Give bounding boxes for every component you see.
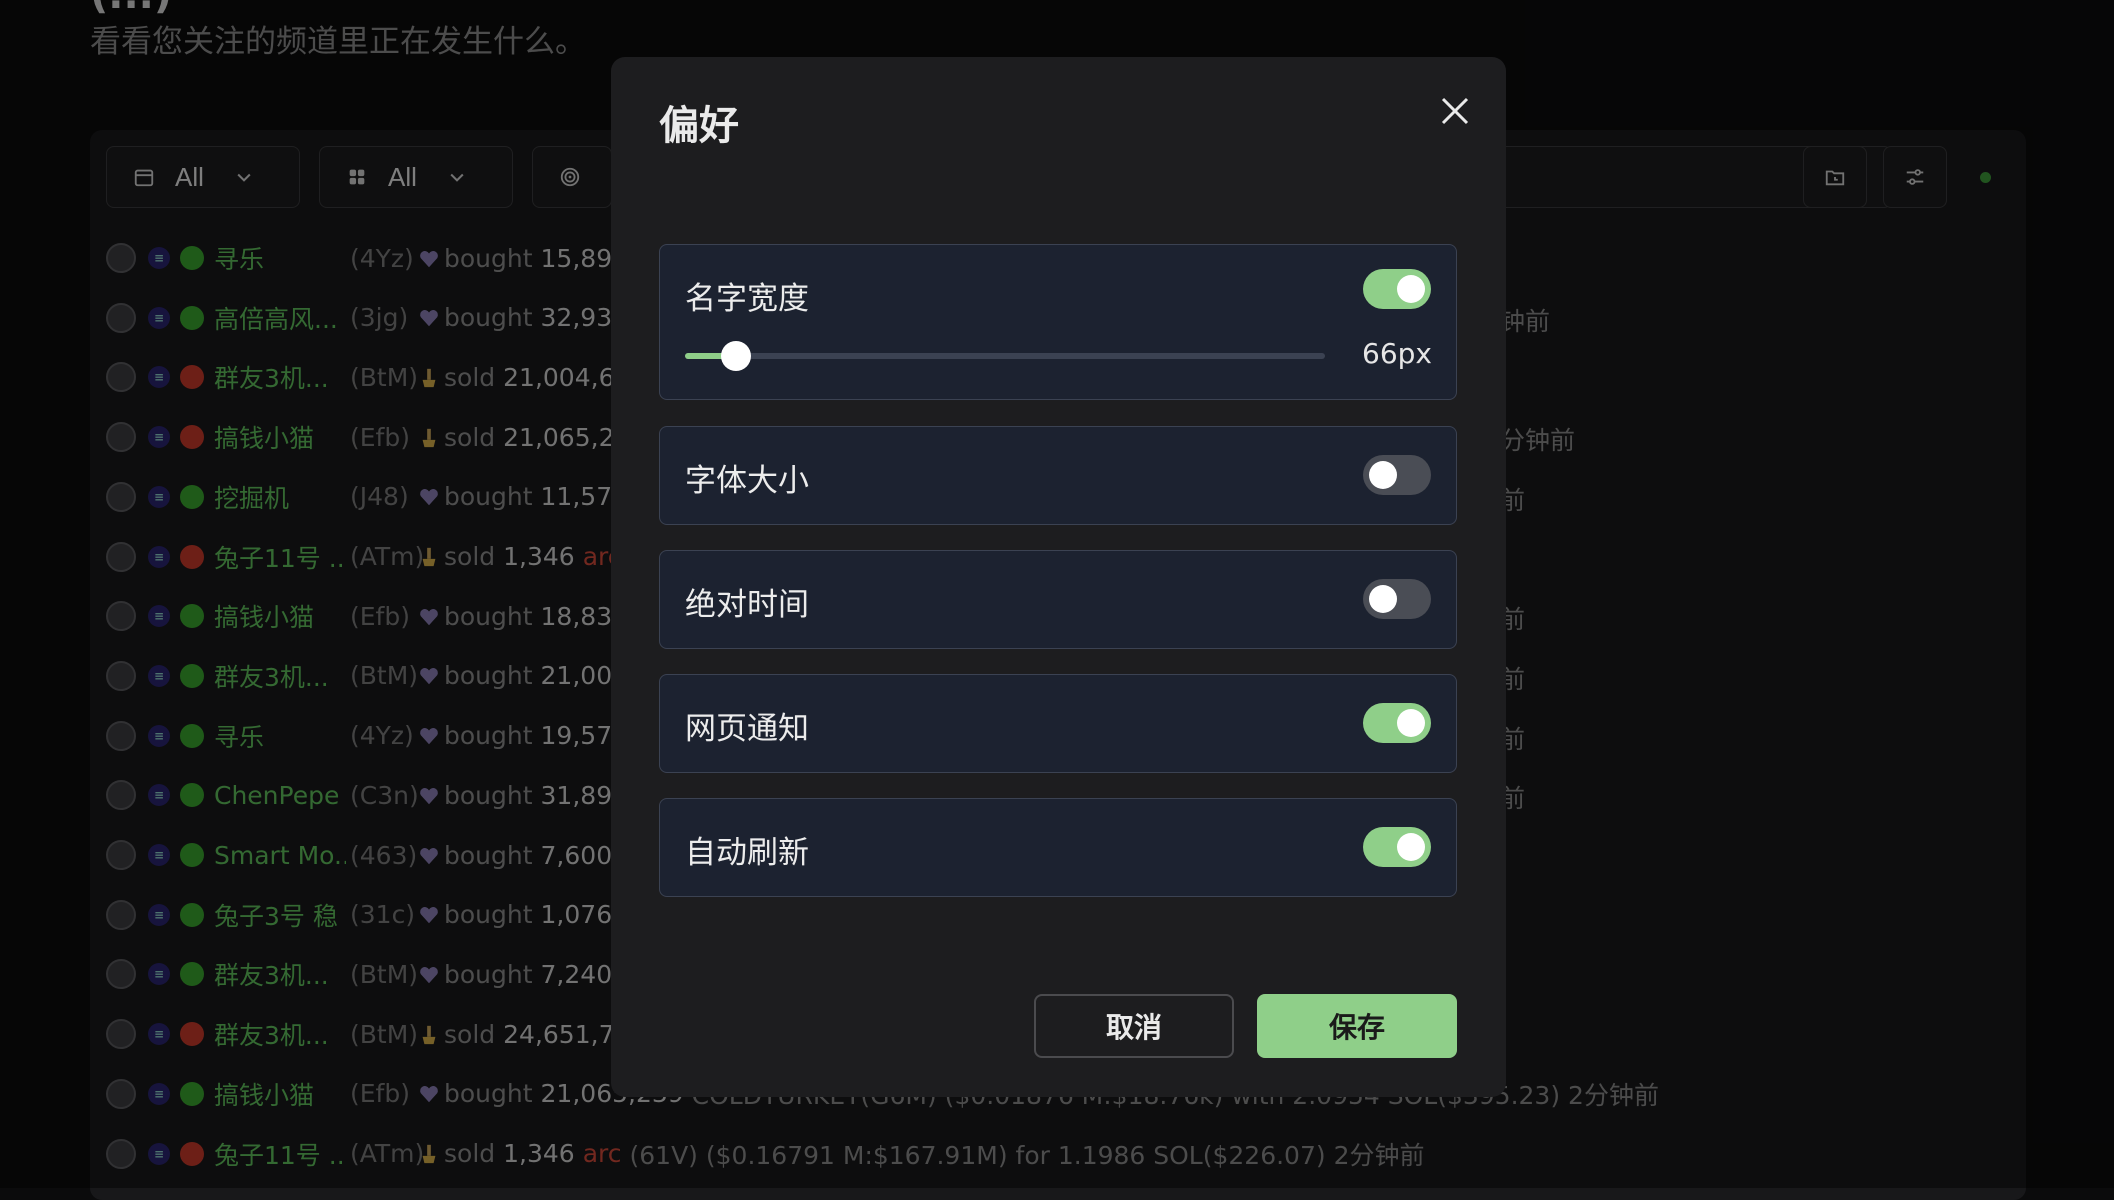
save-button[interactable]: 保存	[1257, 994, 1457, 1058]
setting-web-notification: 网页通知	[659, 674, 1457, 773]
name-width-toggle[interactable]	[1363, 269, 1431, 309]
toggle-knob	[1369, 461, 1397, 489]
setting-font-size: 字体大小	[659, 426, 1457, 525]
toggle-knob	[1397, 275, 1425, 303]
toggle-knob	[1397, 833, 1425, 861]
setting-label: 字体大小	[685, 463, 809, 499]
setting-auto-refresh: 自动刷新	[659, 798, 1457, 897]
modal-title: 偏好	[659, 103, 739, 149]
font-size-toggle[interactable]	[1363, 455, 1431, 495]
setting-label: 名字宽度	[685, 281, 809, 317]
name-width-slider[interactable]	[685, 341, 1325, 371]
cancel-button[interactable]: 取消	[1034, 994, 1234, 1058]
toggle-knob	[1369, 585, 1397, 613]
auto-refresh-toggle[interactable]	[1363, 827, 1431, 867]
toggle-knob	[1397, 709, 1425, 737]
setting-label: 自动刷新	[685, 835, 809, 871]
absolute-time-toggle[interactable]	[1363, 579, 1431, 619]
preferences-modal: 偏好 名字宽度 66px 字体大小 绝对时间 网页通知 自动刷新 取消 保存	[611, 57, 1506, 1097]
setting-label: 网页通知	[685, 711, 809, 747]
slider-value: 66px	[1362, 337, 1432, 370]
web-notification-toggle[interactable]	[1363, 703, 1431, 743]
close-icon[interactable]	[1435, 91, 1475, 131]
slider-thumb[interactable]	[721, 341, 752, 371]
setting-absolute-time: 绝对时间	[659, 550, 1457, 649]
setting-name-width: 名字宽度 66px	[659, 244, 1457, 400]
setting-label: 绝对时间	[685, 587, 809, 623]
